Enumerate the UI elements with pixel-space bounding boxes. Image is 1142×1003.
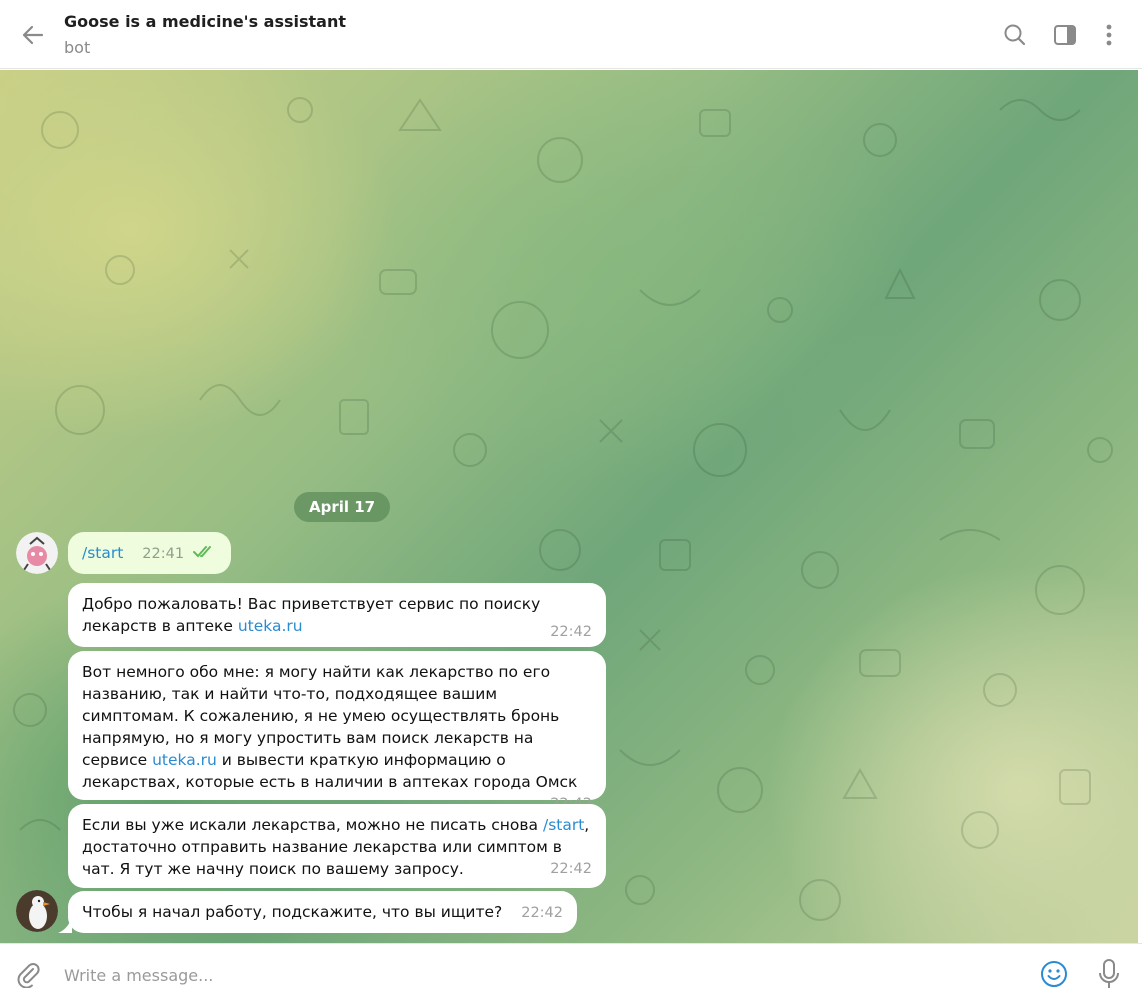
- emoji-icon[interactable]: [1040, 960, 1068, 988]
- bubble-tail: [58, 917, 72, 933]
- message-bubble-incoming[interactable]: Добро пожаловать! Вас приветствует серви…: [68, 583, 606, 647]
- message-time: 22:42: [550, 861, 592, 877]
- message-bubble-incoming[interactable]: Чтобы я начал работу, подскажите, что вы…: [68, 891, 578, 933]
- bot-avatar[interactable]: [16, 890, 58, 932]
- message-text: Если вы уже искали лекарства, можно не п…: [82, 816, 543, 834]
- message-time: 22:42: [550, 624, 592, 640]
- sidebar-toggle-icon[interactable]: [1052, 22, 1078, 48]
- chat-background: April 17 /start 22:41 Добро пожаловать! …: [0, 70, 1138, 943]
- message-bubble-incoming[interactable]: Если вы уже искали лекарства, можно не п…: [68, 804, 606, 888]
- attach-icon[interactable]: [14, 960, 42, 989]
- more-vertical-icon[interactable]: [1096, 22, 1122, 48]
- message-composer: [0, 943, 1142, 1003]
- chat-subtitle: bot: [64, 38, 91, 57]
- message-text: Чтобы я начал работу, подскажите, что вы…: [82, 903, 503, 921]
- message-bubble-outgoing[interactable]: /start 22:41: [68, 532, 231, 574]
- window-edge: [1138, 70, 1142, 1003]
- uteka-link[interactable]: uteka.ru: [238, 617, 303, 635]
- search-icon[interactable]: [1002, 22, 1028, 48]
- message-bubble-incoming[interactable]: Вот немного обо мне: я могу найти как ле…: [68, 651, 606, 812]
- back-arrow-icon[interactable]: [18, 20, 48, 50]
- message-text: Добро пожаловать! Вас приветствует серви…: [82, 595, 541, 635]
- date-badge: April 17: [294, 492, 391, 522]
- read-checkmarks-icon: [193, 543, 217, 565]
- uteka-link[interactable]: uteka.ru: [152, 751, 217, 769]
- chat-header: Goose is a medicine's assistant bot: [0, 0, 1142, 69]
- message-time: 22:42: [521, 905, 564, 921]
- user-avatar[interactable]: [16, 532, 58, 574]
- message-input[interactable]: [64, 964, 1004, 986]
- message-time: 22:41: [142, 546, 185, 562]
- message-text[interactable]: /start: [82, 544, 123, 562]
- microphone-icon[interactable]: [1096, 958, 1122, 990]
- chat-title[interactable]: Goose is a medicine's assistant: [64, 12, 346, 31]
- start-command-link[interactable]: /start: [543, 816, 584, 834]
